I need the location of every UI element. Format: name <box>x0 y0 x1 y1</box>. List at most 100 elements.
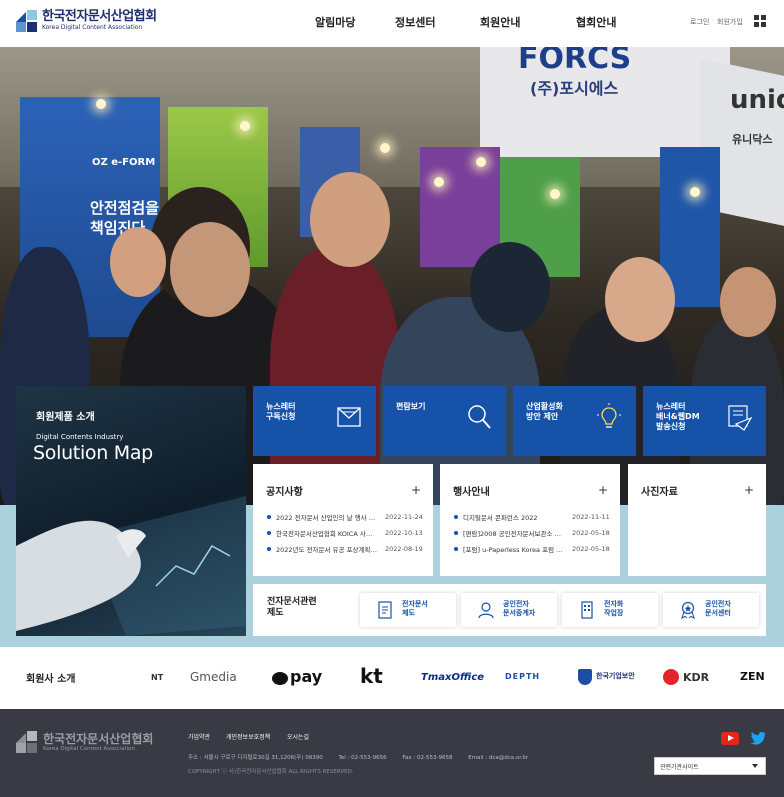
twitter-icon[interactable] <box>750 731 766 745</box>
signup-link[interactable]: 회원가입 <box>717 17 743 27</box>
shield-icon <box>578 669 592 685</box>
paper-plane-icon <box>728 405 752 431</box>
row-title: 2022 전자문서 산업인의 날 행사 개최 <box>276 514 378 522</box>
tile-banner-dm-request[interactable]: 뉴스레터 배너&웹DM 발송신청 <box>643 386 766 456</box>
tile-label: 산업활성화 방안 제안 <box>526 402 563 421</box>
footer-link-terms[interactable]: 가입약관 <box>188 732 210 741</box>
select-label: 관련기관사이트 <box>660 764 699 771</box>
row-title: 디지털문서 콘퍼런스 2022 <box>463 514 538 522</box>
notice-board: 공지사항 + 2022 전자문서 산업인의 날 행사 개최 2022-11-24… <box>253 464 433 576</box>
speech-bubble-icon <box>272 672 288 685</box>
bullet-icon <box>267 547 271 551</box>
header: 한국전자문서산업협회 Korea Digital Content Associa… <box>0 0 784 47</box>
related-systems: 전자문서관련 제도 전자문서 제도 공인전자 문서중계자 전자화 작업장 공인전… <box>253 584 766 636</box>
row-title: [편람]2008 공인전자문서보관소 편람 <box>463 530 565 538</box>
board-row[interactable]: 디지털문서 콘퍼런스 2022 2022-11-11 <box>454 512 610 522</box>
bullet-icon <box>454 531 458 535</box>
member-logo-nt[interactable]: NT <box>151 673 163 682</box>
nav-info-center[interactable]: 정보센터 <box>395 14 435 30</box>
footer-logo-mark-icon <box>16 731 38 753</box>
more-plus-icon[interactable]: + <box>411 483 421 497</box>
hero-sign-forcs: FORCS <box>518 47 632 76</box>
member-logo-depth[interactable]: DEPTH <box>505 672 540 681</box>
hero-sign-forcs-ko: (주)포시에스 <box>530 79 619 98</box>
related-button-center[interactable]: 공인전자 문서센터 <box>663 593 759 627</box>
footer-tel: Tel : 02-553-9656 <box>338 755 387 761</box>
hero-sign-ozform: OZ e-FORM <box>92 157 156 168</box>
member-logo-pay[interactable]: pay <box>290 667 322 686</box>
hero-sign-unidocs-ko: 유니닥스 <box>732 133 773 146</box>
row-date: 2022-11-24 <box>385 513 423 521</box>
row-title: [포럼] u-Paperless Korea 포럼 개최 <box>463 546 565 554</box>
footer-address: 주소 : 서울시 구로구 디지털로30길 31,1206(우) 08390 <box>188 755 323 761</box>
more-plus-icon[interactable]: + <box>744 483 754 497</box>
logo-title: 한국전자문서산업협회 <box>42 9 157 24</box>
tile-industry-proposal[interactable]: 산업활성화 방안 제안 <box>513 386 636 456</box>
related-label: 전자문서 제도 <box>402 600 428 617</box>
tile-newsletter-subscribe[interactable]: 뉴스레터 구독신청 <box>253 386 376 456</box>
footer-copyright: COPYRIGHT ⓒ 사)한국전자문서산업협회 ALL RIGHTS RESE… <box>188 769 354 775</box>
member-logo-kdr[interactable]: KDR <box>683 671 709 684</box>
row-date: 2022-05-18 <box>572 529 610 537</box>
row-date: 2022-10-13 <box>385 529 423 537</box>
touch-screen-illustration <box>16 496 246 636</box>
footer-link-directions[interactable]: 오시는길 <box>287 732 309 741</box>
hero-sign-line1: 안전점검을 <box>90 199 160 217</box>
hero-sign-unidocs: unid <box>730 85 784 115</box>
person-icon <box>478 602 494 619</box>
related-label: 공인전자 문서중계자 <box>503 600 536 617</box>
board-row[interactable]: 2022년도 전자문서 유공 포상계획 공고 2022-08-19 <box>267 544 423 554</box>
related-button-system[interactable]: 전자문서 제도 <box>360 593 456 627</box>
board-row[interactable]: 한국전자문서산업협회 KOICA 사업 안내 2022-10-13 <box>267 528 423 538</box>
more-plus-icon[interactable]: + <box>598 483 608 497</box>
board-row[interactable]: [편람]2008 공인전자문서보관소 편람 2022-05-18 <box>454 528 610 538</box>
tile-handbook[interactable]: 편람보기 <box>383 386 506 456</box>
event-board: 행사안내 + 디지털문서 콘퍼런스 2022 2022-11-11 [편람]20… <box>440 464 620 576</box>
login-link[interactable]: 로그인 <box>690 17 709 27</box>
badge-icon <box>681 601 695 619</box>
tile-label: 편람보기 <box>396 402 426 411</box>
row-title: 2022년도 전자문서 유공 포상계획 공고 <box>276 546 378 554</box>
footer-fax: Fax : 02-553-9658 <box>402 755 453 761</box>
row-date: 2022-11-11 <box>572 513 610 521</box>
circle-logo-icon <box>663 669 679 685</box>
footer-email: Email : dca@dca.or.kr <box>468 755 529 761</box>
members-title: 회원사 소개 <box>26 674 76 685</box>
member-logo-kisec[interactable]: 한국기업보안 <box>596 671 635 681</box>
building-icon <box>581 601 593 619</box>
member-logo-zen[interactable]: ZEN <box>740 670 766 683</box>
board-row[interactable]: 2022 전자문서 산업인의 날 행사 개최 2022-11-24 <box>267 512 423 522</box>
solution-subtitle: Digital Contents Industry <box>36 433 124 441</box>
nav-member-guide[interactable]: 회원안내 <box>480 14 520 30</box>
related-sites-select[interactable]: 관련기관사이트 <box>654 757 766 775</box>
member-logo-kt[interactable]: kt <box>360 664 383 688</box>
footer-logo-title: 한국전자문서산업협회 <box>43 731 154 746</box>
related-button-relay[interactable]: 공인전자 문서중계자 <box>461 593 557 627</box>
nav-association[interactable]: 협회안내 <box>576 14 616 30</box>
site-logo[interactable]: 한국전자문서산업협회 Korea Digital Content Associa… <box>16 10 157 32</box>
menu-grid-icon[interactable] <box>754 15 766 27</box>
solution-map-card[interactable]: 회원제품 소개 Digital Contents Industry Soluti… <box>16 386 246 636</box>
related-label: 공인전자 문서센터 <box>705 600 731 617</box>
footer: 한국전자문서산업협회 Korea Digital Content Associa… <box>0 709 784 797</box>
solution-title: 회원제품 소개 <box>36 412 95 423</box>
photo-board: 사진자료 + <box>628 464 766 576</box>
member-logo-tmaxoffice[interactable]: TmaxOffice <box>421 672 484 683</box>
member-logo-gmedia[interactable]: Gmedia <box>190 670 237 684</box>
bullet-icon <box>454 547 458 551</box>
member-companies: 회원사 소개 NT Gmedia pay kt TmaxOffice DEPTH… <box>0 647 784 709</box>
youtube-icon[interactable] <box>721 732 739 745</box>
nav-notice[interactable]: 알림마당 <box>315 14 355 30</box>
footer-logo-subtitle: Korea Digital Content Association <box>43 745 135 752</box>
footer-logo[interactable]: 한국전자문서산업협회 Korea Digital Content Associa… <box>16 731 153 753</box>
bullet-icon <box>267 515 271 519</box>
related-button-workplace[interactable]: 전자화 작업장 <box>562 593 658 627</box>
footer-contact: 주소 : 서울시 구로구 디지털로30길 31,1206(우) 08390 Te… <box>188 753 528 761</box>
row-date: 2022-05-18 <box>572 545 610 553</box>
board-row[interactable]: [포럼] u-Paperless Korea 포럼 개최 2022-05-18 <box>454 544 610 554</box>
row-title: 한국전자문서산업협회 KOICA 사업 안내 <box>276 530 378 538</box>
footer-link-privacy[interactable]: 개인정보보호정책 <box>226 732 270 741</box>
related-label: 전자화 작업장 <box>604 600 624 617</box>
tile-label: 뉴스레터 배너&웹DM 발송신청 <box>656 402 700 431</box>
solution-heading: Solution Map <box>33 442 153 464</box>
